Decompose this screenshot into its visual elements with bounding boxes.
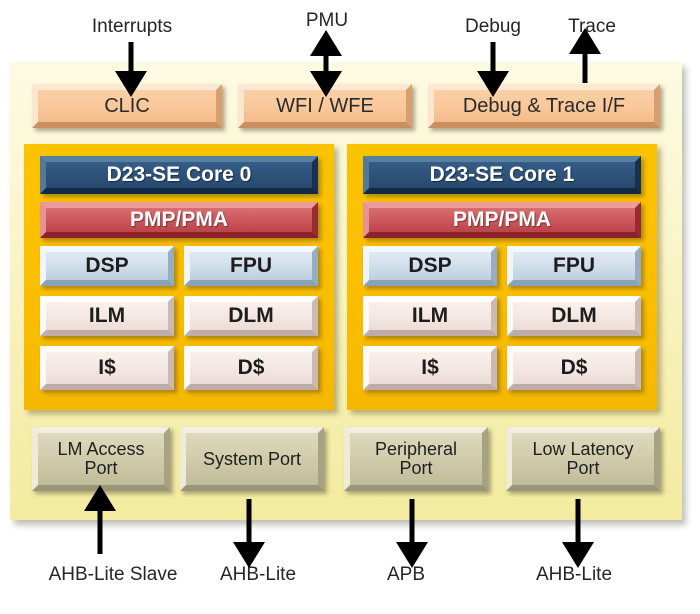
port-peripheral[interactable]: Peripheral Port [344,427,488,491]
port-system-label-line1: System Port [202,448,302,469]
core-0-cache-dcache-label: D$ [237,355,265,379]
core-1-unit-fpu[interactable]: FPU [507,246,641,286]
interface-block-debug-trace-if[interactable]: Debug & Trace I/F [428,84,660,128]
port-peripheral-label-line2: Port [399,458,433,478]
interface-block-wfi-wfe-label: WFI / WFE [276,94,374,117]
port-lm-access[interactable]: LM Access Port [32,427,170,491]
core-0-memory-dlm[interactable]: DLM [184,296,318,336]
core-0-pmp-pma[interactable]: PMP/PMA [40,202,318,238]
core-1-container: D23-SE Core 1 PMP/PMA DSP FPU ILM DLM I$… [347,144,657,410]
port-lm-access-label-line1: LM Access [57,439,145,460]
core-0-memory-ilm[interactable]: ILM [40,296,174,336]
core-0-unit-dsp-label: DSP [85,253,129,277]
signal-label-trace: Trace [568,16,616,37]
bus-label-ahb-lite-system: AHB-Lite [219,564,297,585]
core-0-unit-dsp[interactable]: DSP [40,246,174,286]
core-0-pmp-pma-label: PMP/PMA [129,207,228,231]
port-peripheral-label-line1: Peripheral [374,439,458,460]
core-0-header[interactable]: D23-SE Core 0 [40,156,318,194]
bus-label-ahb-lite-low-latency: AHB-Lite [535,564,613,585]
interface-block-clic[interactable]: CLIC [32,84,222,128]
port-system[interactable]: System Port [180,427,324,491]
core-1-memory-dlm[interactable]: DLM [507,296,641,336]
bus-label-ahb-lite-slave: AHB-Lite Slave [48,564,178,585]
port-low-latency[interactable]: Low Latency Port [506,427,660,491]
port-low-latency-label-line2: Port [566,458,600,478]
core-1-header[interactable]: D23-SE Core 1 [363,156,641,194]
core-0-unit-fpu[interactable]: FPU [184,246,318,286]
signal-label-pmu: PMU [305,10,349,31]
core-1-unit-dsp-label: DSP [408,253,452,277]
core-0-container: D23-SE Core 0 PMP/PMA DSP FPU ILM DLM I$… [24,144,334,410]
port-low-latency-label-line1: Low Latency [532,439,634,460]
diagram-canvas: Interrupts PMU Debug Trace CLIC WFI / WF… [0,0,700,614]
core-1-pmp-pma-label: PMP/PMA [452,207,551,231]
core-0-unit-fpu-label: FPU [230,253,272,277]
core-0-memory-ilm-label: ILM [88,303,126,327]
core-1-memory-ilm[interactable]: ILM [363,296,497,336]
core-1-cache-icache[interactable]: I$ [363,346,497,390]
signal-label-debug: Debug [465,16,521,37]
core-1-cache-icache-label: I$ [421,355,439,379]
core-0-cache-dcache[interactable]: D$ [184,346,318,390]
bus-label-apb: APB [386,564,426,585]
core-1-pmp-pma[interactable]: PMP/PMA [363,202,641,238]
core-0-cache-icache-label: I$ [98,355,116,379]
core-0-cache-icache[interactable]: I$ [40,346,174,390]
core-0-memory-dlm-label: DLM [228,303,274,327]
soc-container: CLIC WFI / WFE Debug & Trace I/F D23-SE … [10,62,682,520]
interface-block-clic-label: CLIC [104,94,150,117]
core-1-cache-dcache-label: D$ [560,355,588,379]
port-lm-access-label-line2: Port [84,458,118,478]
signal-label-interrupts: Interrupts [91,16,173,37]
interface-block-debug-trace-if-label: Debug & Trace I/F [462,94,626,117]
core-1-unit-fpu-label: FPU [553,253,595,277]
core-1-memory-ilm-label: ILM [411,303,449,327]
core-1-cache-dcache[interactable]: D$ [507,346,641,390]
core-0-header-label: D23-SE Core 0 [106,162,252,186]
core-1-unit-dsp[interactable]: DSP [363,246,497,286]
core-1-memory-dlm-label: DLM [551,303,597,327]
core-1-header-label: D23-SE Core 1 [429,162,575,186]
interface-block-wfi-wfe[interactable]: WFI / WFE [238,84,412,128]
